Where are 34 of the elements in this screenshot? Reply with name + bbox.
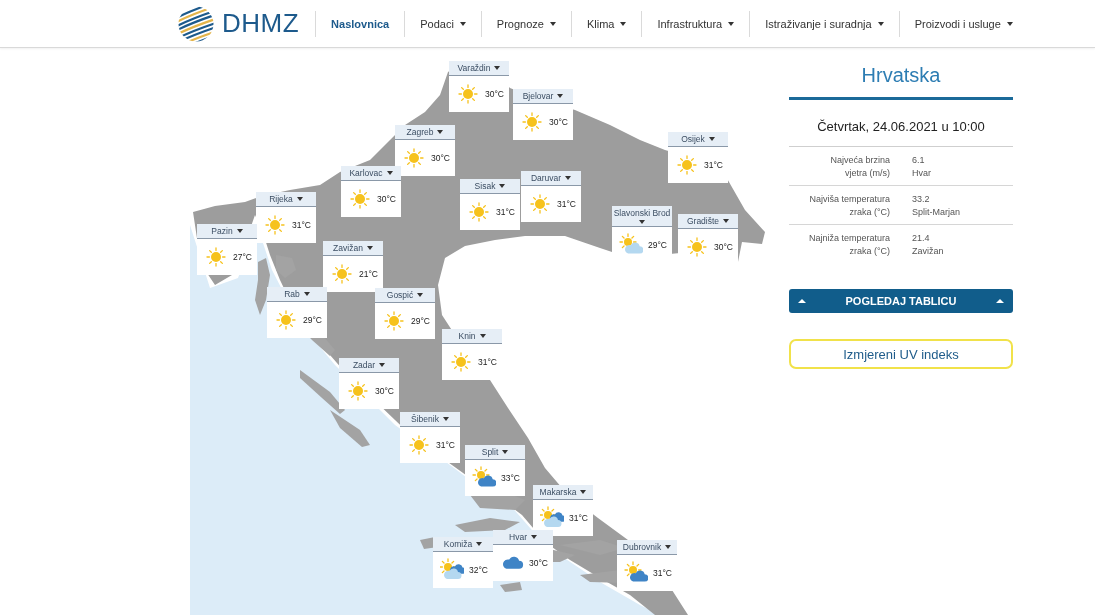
- temperature-text: 29°C: [303, 315, 322, 325]
- temperature-text: 31°C: [496, 207, 515, 217]
- stat-value: 33.2: [912, 193, 931, 206]
- temperature-text: 33°C: [501, 473, 520, 483]
- temperature-text: 31°C: [653, 568, 672, 578]
- temperature-text: 31°C: [569, 513, 588, 523]
- date-text: Četvrtak, 24.06.2021 u 10:00: [816, 119, 986, 135]
- region-title: Hrvatska: [860, 63, 942, 87]
- temperature-text: 29°C: [411, 316, 430, 326]
- temperature-text: 30°C: [377, 194, 396, 204]
- temperature-text: 31°C: [436, 440, 455, 450]
- station-text: Zavižan: [912, 245, 945, 258]
- stat-value: 6.1: [912, 154, 926, 167]
- station-text: Hvar: [912, 167, 932, 180]
- temperature-text: 31°C: [478, 357, 497, 367]
- temperature-text: 30°C: [529, 558, 548, 568]
- temperature-text: 32°C: [469, 565, 488, 575]
- temperature-text: 29°C: [648, 240, 667, 250]
- temperature-text: 30°C: [375, 386, 394, 396]
- stat-label: Najniža temperatura zraka (°C): [807, 232, 890, 258]
- station-text: Split-Marjan: [912, 206, 961, 219]
- temperature-text: 31°C: [557, 199, 576, 209]
- temperature-text: 30°C: [485, 89, 504, 99]
- stat-value: 21.4: [912, 232, 931, 245]
- temperature-text: 30°C: [714, 242, 733, 252]
- logo-text: DHMZ: [222, 8, 300, 39]
- stat-label: Najveća brzina vjetra (m/s): [829, 154, 890, 180]
- temperature-text: 31°C: [292, 220, 311, 230]
- temperature-text: 31°C: [704, 160, 723, 170]
- temperature-text: 30°C: [431, 153, 450, 163]
- stat-label: Najviša temperatura zraka (°C): [808, 193, 890, 219]
- temperature-text: 21°C: [359, 269, 378, 279]
- temperature-text: 30°C: [549, 117, 568, 127]
- temperature-text: 27°C: [233, 252, 252, 262]
